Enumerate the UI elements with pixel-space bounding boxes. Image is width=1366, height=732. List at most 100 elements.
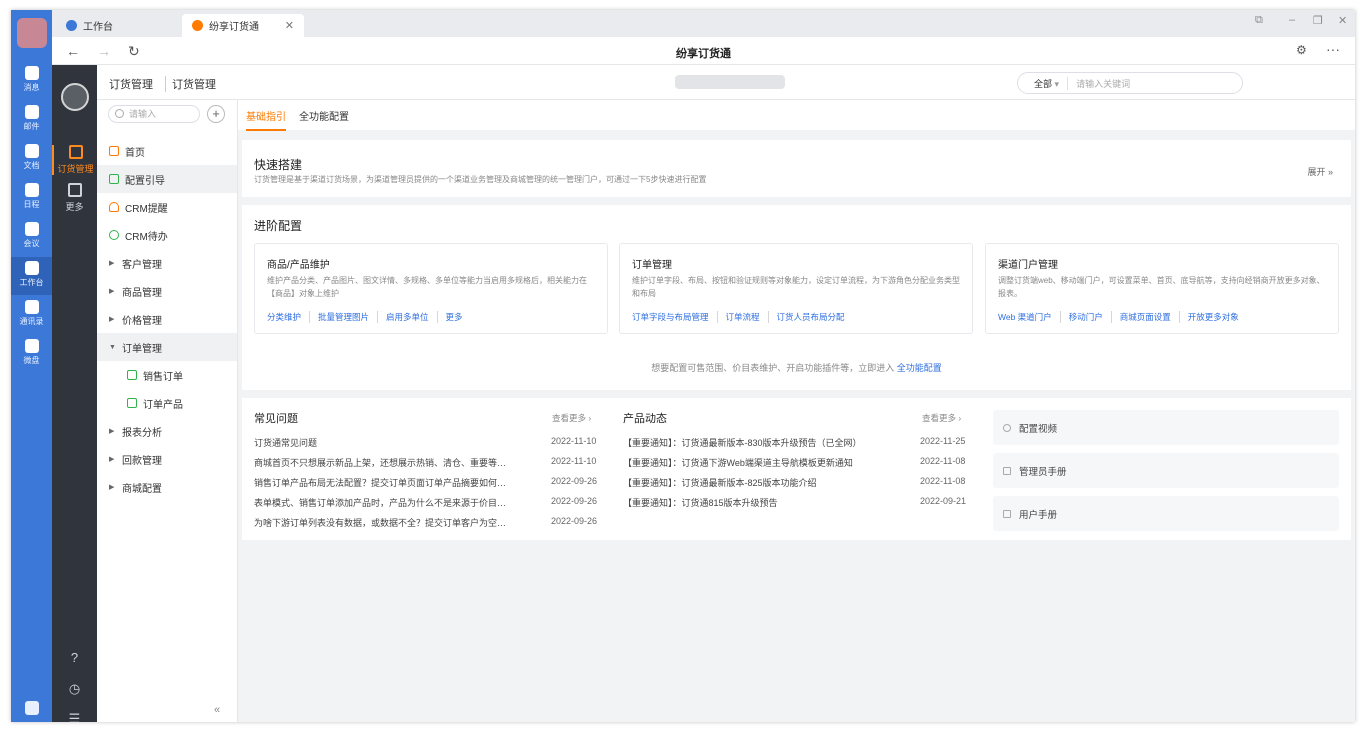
company-logo bbox=[17, 18, 47, 48]
config-box-desc: 维护产品分类、产品图片、图文详情、多规格、多单位等能力当启用多规格后，相关能力在… bbox=[267, 276, 587, 298]
menu-item-product[interactable]: ▶ 商品管理 bbox=[97, 277, 237, 305]
window-close-icon[interactable]: ✕ bbox=[1338, 14, 1347, 27]
nav-bar: ← → ↻ 纷享订货通 ⚙ ··· bbox=[52, 37, 1355, 65]
link-mall-page[interactable]: 商城页面设置 bbox=[1120, 311, 1180, 323]
config-box-title: 渠道门户管理 bbox=[998, 260, 1058, 271]
config-box-links: Web 渠道门户 移动门户 商城页面设置 开放更多对象 bbox=[998, 311, 1255, 323]
bell-icon bbox=[109, 202, 119, 212]
rail-item-drive[interactable]: 微盘 bbox=[11, 335, 52, 373]
avatar[interactable] bbox=[61, 83, 89, 111]
advanced-config-title: 进阶配置 bbox=[254, 219, 303, 233]
left-rail: 消息 邮件 文档 日程 会议 工作台 通讯录 微盘 bbox=[11, 10, 52, 722]
faq-item[interactable]: 表单模式、销售订单添加产品时，产品为什么不是来源于价目… 2022-09-26 bbox=[254, 496, 597, 509]
app-item-order-management[interactable]: 订货管理 bbox=[52, 145, 97, 175]
app-item-more[interactable]: 更多 bbox=[52, 183, 97, 213]
menu-item-customer[interactable]: ▶ 客户管理 bbox=[97, 249, 237, 277]
news-item[interactable]: 【重要通知】：订货通最新版本-825版本功能介绍 2022-11-08 bbox=[623, 476, 965, 489]
rail-item-mail[interactable]: 邮件 bbox=[11, 101, 52, 139]
tab-dinghuotong[interactable]: 纷享订货通 ✕ bbox=[182, 14, 304, 37]
link-open-objects[interactable]: 开放更多对象 bbox=[1188, 311, 1247, 323]
module-menu: 请输入 + 首页 配置引导 CRM提醒 CRM待办 ▶ 客户管理 ▶ 商品管理 ▶ 价… bbox=[97, 100, 238, 722]
link-more[interactable]: 更多 bbox=[446, 311, 471, 323]
minimize-icon[interactable]: – bbox=[1289, 14, 1295, 26]
config-video-button[interactable]: 配置视频 bbox=[993, 410, 1339, 445]
add-button[interactable]: + bbox=[207, 105, 225, 123]
full-config-link[interactable]: 全功能配置 bbox=[897, 363, 942, 373]
sub-tabs: 基础指引 全功能配置 bbox=[238, 100, 1355, 131]
rail-item-meeting[interactable]: 会议 bbox=[11, 218, 52, 256]
restore-icon[interactable]: ❐ bbox=[1313, 14, 1323, 27]
menu-item-crm-todo[interactable]: CRM待办 bbox=[97, 221, 237, 249]
clock-icon[interactable]: ◷ bbox=[52, 681, 97, 697]
tab-basic-guide[interactable]: 基础指引 bbox=[246, 108, 286, 131]
tab-full-config[interactable]: 全功能配置 bbox=[299, 108, 349, 129]
search-input[interactable]: 请输入关键词 bbox=[1068, 77, 1130, 90]
menu-item-home[interactable]: 首页 bbox=[97, 137, 237, 165]
global-search[interactable]: 全部 ▾ 请输入关键词 bbox=[1017, 72, 1243, 94]
pin-icon[interactable]: ⧉ bbox=[1255, 14, 1263, 27]
menu-item-config-guide[interactable]: 配置引导 bbox=[97, 165, 237, 193]
menu-item-sales-order[interactable]: 销售订单 bbox=[97, 361, 237, 389]
user-manual-button[interactable]: 用户手册 bbox=[993, 496, 1339, 531]
shopping-bag-icon bbox=[68, 145, 83, 159]
rail-item-contacts[interactable]: 通讯录 bbox=[11, 296, 52, 334]
help-icon[interactable]: ? bbox=[52, 650, 97, 665]
expand-button[interactable]: 展开 » bbox=[1307, 165, 1333, 178]
link-category-maintain[interactable]: 分类维护 bbox=[267, 311, 311, 323]
calendar-icon bbox=[24, 183, 39, 197]
document-icon bbox=[1003, 509, 1011, 518]
link-multi-unit[interactable]: 启用多单位 bbox=[386, 311, 438, 323]
advanced-config-card: 进阶配置 商品/产品维护 维护产品分类、产品图片、图文详情、多规格、多单位等能力… bbox=[242, 205, 1351, 390]
link-order-fields[interactable]: 订单字段与布局管理 bbox=[632, 311, 718, 323]
search-scope-select[interactable]: 全部 ▾ bbox=[1018, 76, 1069, 90]
config-box-links: 订单字段与布局管理 订单流程 订货人员布局分配 bbox=[632, 311, 861, 323]
workbench-icon bbox=[66, 20, 77, 31]
chevron-down-icon: ▾ bbox=[1054, 78, 1060, 89]
news-item[interactable]: 【重要通知】：订货通815版本升级预告 2022-09-21 bbox=[623, 496, 966, 509]
collapse-icon[interactable]: « bbox=[214, 704, 220, 716]
faq-item[interactable]: 订货通常见问题 2022-11-10 bbox=[254, 436, 596, 449]
faq-item[interactable]: 销售订单产品布局无法配置？提交订单页面订单产品摘要如何… 2022-09-26 bbox=[254, 476, 597, 489]
faq-more-link[interactable]: 查看更多 › bbox=[552, 412, 591, 424]
breadcrumb-current[interactable]: 订货管理 bbox=[165, 76, 216, 92]
faq-item[interactable]: 为啥下游订单列表没有数据，或数据不全？提交订单客户为空… 2022-09-26 bbox=[254, 516, 597, 529]
check-circle-icon bbox=[109, 230, 119, 240]
link-batch-images[interactable]: 批量管理图片 bbox=[318, 311, 379, 323]
page-title: 纷享订货通 bbox=[676, 48, 731, 60]
breadcrumb-root[interactable]: 订货管理 bbox=[109, 76, 153, 92]
news-item[interactable]: 【重要通知】：订货通下游Web端渠道主导航模板更新通知 2022-11-08 bbox=[623, 456, 965, 469]
news-item[interactable]: 【重要通知】：订货通最新版本-830版本升级预告（已全网） 2022-11-25 bbox=[623, 436, 965, 449]
chevron-right-icon: › bbox=[958, 413, 962, 423]
leaf-icon bbox=[24, 701, 39, 715]
settings-icon[interactable]: ⚙ bbox=[1296, 43, 1307, 57]
link-layout-assign[interactable]: 订货人员布局分配 bbox=[777, 311, 853, 323]
menu-item-payment[interactable]: ▶ 回款管理 bbox=[97, 445, 237, 473]
menu-item-price[interactable]: ▶ 价格管理 bbox=[97, 305, 237, 333]
chevron-right-icon: › bbox=[588, 413, 592, 423]
menu-item-order-product[interactable]: 订单产品 bbox=[97, 389, 237, 417]
rail-item-docs[interactable]: 文档 bbox=[11, 140, 52, 178]
menu-item-mall-config[interactable]: ▶ 商城配置 bbox=[97, 473, 237, 501]
admin-manual-button[interactable]: 管理员手册 bbox=[993, 453, 1339, 488]
config-box-desc: 调整订货端web、移动端门户，可设置菜单、首页、底导航等，支持向经销商开放更多对… bbox=[998, 276, 1325, 298]
more-icon[interactable]: ··· bbox=[1326, 41, 1340, 57]
link-mobile-portal[interactable]: 移动门户 bbox=[1069, 311, 1112, 323]
link-web-portal[interactable]: Web 渠道门户 bbox=[998, 311, 1061, 323]
menu-item-crm-reminder[interactable]: CRM提醒 bbox=[97, 193, 237, 221]
link-order-flow[interactable]: 订单流程 bbox=[726, 311, 769, 323]
news-more-link[interactable]: 查看更多 › bbox=[922, 412, 961, 424]
rail-item-calendar[interactable]: 日程 bbox=[11, 179, 52, 217]
menu-item-order[interactable]: ▼ 订单管理 bbox=[97, 333, 237, 361]
user-list-icon[interactable]: ☰ bbox=[52, 711, 97, 722]
tab-workbench[interactable]: 工作台 bbox=[56, 14, 174, 37]
faq-item[interactable]: 商城首页不只想展示新品上架，还想展示热销、清仓、重要等… 2022-11-10 bbox=[254, 456, 596, 469]
quick-setup-title: 快速搭建 bbox=[254, 158, 303, 172]
menu-item-report[interactable]: ▶ 报表分析 bbox=[97, 417, 237, 445]
rail-item-workbench[interactable]: 工作台 bbox=[11, 257, 52, 295]
dinghuotong-icon bbox=[192, 20, 203, 31]
home-icon bbox=[109, 146, 119, 156]
menu-search-input[interactable]: 请输入 bbox=[108, 105, 200, 123]
rail-bottom-button[interactable] bbox=[11, 701, 52, 718]
close-icon[interactable]: ✕ bbox=[285, 19, 294, 32]
rail-item-messages[interactable]: 消息 bbox=[11, 62, 52, 100]
